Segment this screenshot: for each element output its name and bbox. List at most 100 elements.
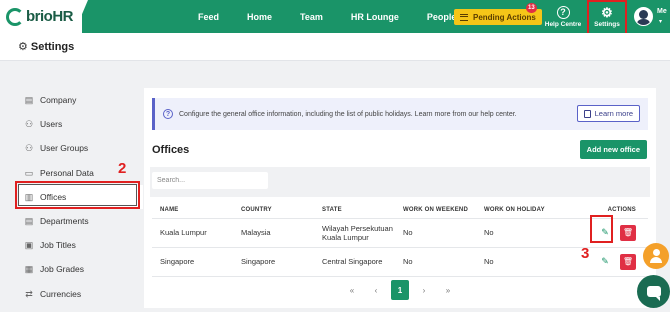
last-page-button[interactable]: » xyxy=(436,280,460,300)
cell-name: Singapore xyxy=(152,247,233,277)
column-header-holiday[interactable]: WORK ON HOLIDAY xyxy=(476,202,557,219)
book-icon xyxy=(583,109,591,118)
cell-actions: ✎ 🗑 xyxy=(557,247,648,277)
state-line: Kuala Lumpur xyxy=(322,232,369,242)
logo-slant xyxy=(74,0,88,33)
chat-fab-button[interactable] xyxy=(637,275,670,308)
cell-country: Singapore xyxy=(233,247,314,277)
cell-holiday: No xyxy=(476,247,557,277)
nav-feed[interactable]: Feed xyxy=(198,12,219,22)
brio-hr-logo[interactable]: brioHR xyxy=(0,0,82,33)
learn-more-label: Learn more xyxy=(594,109,633,118)
table-header-row: NAME COUNTRY STATE WORK ON WEEKEND WORK … xyxy=(152,202,648,219)
building-icon: ▤ xyxy=(24,95,34,106)
search-input[interactable] xyxy=(152,172,268,189)
sidebar-item-label: Currencies xyxy=(40,288,82,299)
sidebar-item-departments[interactable]: ▤ Departments xyxy=(18,209,143,233)
help-centre-label: Help Centre xyxy=(544,20,582,28)
question-icon: ? xyxy=(556,5,570,19)
briefcase-icon: ▣ xyxy=(24,240,34,251)
help-centre-button[interactable]: ? Help Centre xyxy=(543,0,583,33)
sidebar-item-company[interactable]: ▤ Company xyxy=(18,88,143,112)
person-icon-body xyxy=(650,257,662,263)
pending-actions-label: Pending Actions xyxy=(473,12,536,22)
chevron-down-icon[interactable]: ▾ xyxy=(659,18,662,25)
nav-people[interactable]: People xyxy=(427,12,457,22)
table-row[interactable]: Kuala Lumpur Malaysia Wilayah Persekutua… xyxy=(152,218,648,248)
logo-suffix: HR xyxy=(52,8,74,25)
learn-more-button[interactable]: Learn more xyxy=(576,105,640,122)
question-circle-icon: ? xyxy=(163,109,173,119)
edit-pencil-icon[interactable]: ✎ xyxy=(598,255,612,269)
cell-country: Malaysia xyxy=(233,218,314,248)
filter-bar xyxy=(150,167,650,197)
delete-trash-icon[interactable]: 🗑 xyxy=(620,253,636,270)
add-new-office-button[interactable]: Add new office xyxy=(579,140,647,159)
logo-text: brio xyxy=(26,8,53,25)
sidebar-item-label: Job Grades xyxy=(40,264,84,275)
sidebar-item-label: Departments xyxy=(40,216,89,227)
state-line: Central Singapore xyxy=(322,257,383,266)
list-icon xyxy=(460,13,468,21)
cell-state: Central Singapore xyxy=(314,247,395,277)
annotation-box-settings xyxy=(587,0,627,36)
delete-trash-icon[interactable]: 🗑 xyxy=(620,224,636,241)
annotation-number-2: 2 xyxy=(118,160,127,177)
nav-team[interactable]: Team xyxy=(300,12,323,22)
logo-icon xyxy=(6,7,24,26)
sidebar-item-label: User Groups xyxy=(40,143,89,154)
pagination: « ‹ 1 › » xyxy=(144,280,656,300)
first-page-button[interactable]: « xyxy=(340,280,364,300)
table-row[interactable]: Singapore Singapore Central Singapore No… xyxy=(152,247,648,277)
top-navbar: brioHR Feed Home Team HR Lounge People P… xyxy=(0,0,670,33)
state-line: Wilayah Persekutuan xyxy=(322,223,393,233)
chat-bubble-icon xyxy=(646,286,661,301)
annotation-box-edit xyxy=(590,215,613,243)
sidebar-item-job-grades[interactable]: ▦ Job Grades xyxy=(18,257,143,281)
annotation-number-3: 3 xyxy=(581,245,590,262)
sidebar-item-label: Company xyxy=(40,95,77,106)
nav-home[interactable]: Home xyxy=(247,12,272,22)
cell-holiday: No xyxy=(476,218,557,248)
cell-weekend: No xyxy=(395,247,476,277)
offices-card: ? Configure the general office informati… xyxy=(144,88,656,308)
user-menu-label[interactable]: Me xyxy=(657,8,667,15)
cell-state: Wilayah Persekutuan Kuala Lumpur xyxy=(314,218,395,248)
offices-table: NAME COUNTRY STATE WORK ON WEEKEND WORK … xyxy=(152,202,648,277)
column-header-country[interactable]: COUNTRY xyxy=(233,202,314,219)
page-title: Settings xyxy=(30,40,75,53)
info-banner: ? Configure the general office informati… xyxy=(152,98,648,130)
section-title: Offices xyxy=(152,144,190,156)
sidebar-item-users[interactable]: ⚇ Users xyxy=(18,112,143,136)
page-1-button[interactable]: 1 xyxy=(391,280,409,300)
prev-page-button[interactable]: ‹ xyxy=(364,280,388,300)
users-icon: ⚇ xyxy=(24,119,34,130)
sidebar-item-currencies[interactable]: ⇄ Currencies xyxy=(18,282,143,306)
sidebar-item-job-titles[interactable]: ▣ Job Titles xyxy=(18,233,143,257)
sidebar-item-label: Personal Data xyxy=(40,167,94,178)
exchange-icon: ⇄ xyxy=(25,288,33,299)
next-page-button[interactable]: › xyxy=(412,280,436,300)
nav-hr-lounge[interactable]: HR Lounge xyxy=(351,12,399,22)
page-header: ⚙ Settings xyxy=(0,33,670,61)
gear-icon: ⚙ xyxy=(18,41,28,53)
cell-weekend: No xyxy=(395,218,476,248)
focus-outline xyxy=(18,184,137,206)
column-header-weekend[interactable]: WORK ON WEEKEND xyxy=(395,202,476,219)
pending-count-badge: 13 xyxy=(526,3,537,13)
sidebar-item-label: Users xyxy=(40,119,63,130)
info-text: Configure the general office information… xyxy=(179,110,517,118)
annotation-box-offices xyxy=(15,181,140,209)
department-icon: ▤ xyxy=(24,216,34,227)
grade-icon: ▦ xyxy=(24,264,34,275)
column-header-state[interactable]: STATE xyxy=(314,202,395,219)
sidebar-item-user-groups[interactable]: ⚇ User Groups xyxy=(18,136,143,160)
user-group-icon: ⚇ xyxy=(24,143,34,154)
column-header-name[interactable]: NAME xyxy=(152,202,233,219)
person-fab-button[interactable] xyxy=(643,243,669,269)
main-nav: Feed Home Team HR Lounge People xyxy=(198,0,484,33)
person-icon xyxy=(652,249,660,256)
sidebar-item-label: Job Titles xyxy=(40,240,76,251)
id-card-icon: ▭ xyxy=(24,167,34,178)
avatar[interactable] xyxy=(634,7,653,26)
